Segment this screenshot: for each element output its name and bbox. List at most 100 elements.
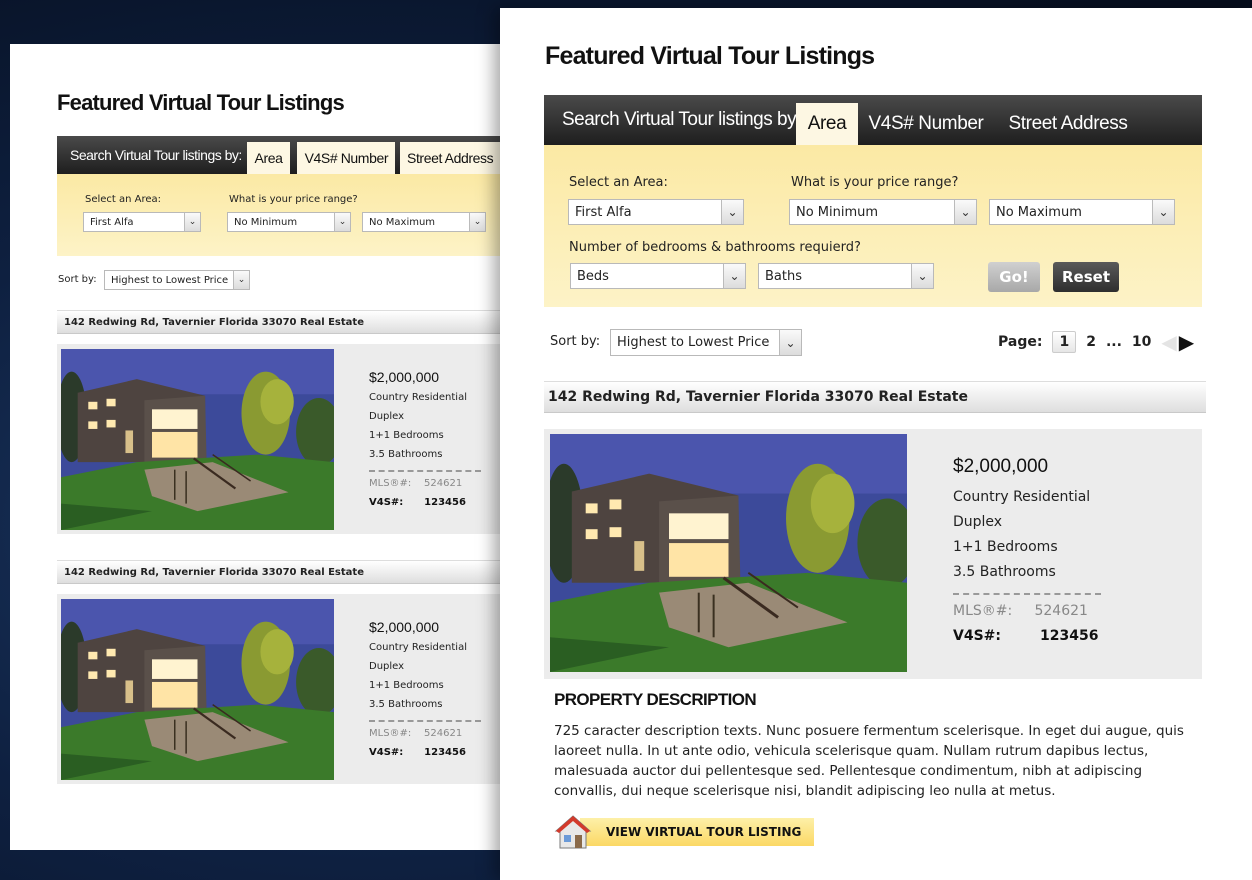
reset-button[interactable]: Reset xyxy=(1053,262,1119,292)
listing-info: $2,000,000 Country Residential Duplex 1+… xyxy=(953,451,1101,649)
back-listing-1-bedrooms: 1+1 Bedrooms xyxy=(369,430,444,441)
tab-v4s-number[interactable]: V4S# Number xyxy=(858,103,994,145)
chevron-down-icon: ⌄ xyxy=(469,213,485,231)
beds-value: Beds xyxy=(577,268,609,284)
back-listing-1-photo[interactable] xyxy=(61,349,334,530)
back-listing-page: Featured Virtual Tour Listings Search Vi… xyxy=(10,44,500,850)
search-panel: Select an Area: First Alfa ⌄ What is you… xyxy=(544,145,1202,307)
arrow-right-icon[interactable]: ▶ xyxy=(1179,330,1194,354)
back-listing-1-address[interactable]: 142 Redwing Rd, Tavernier Florida 33070 … xyxy=(57,310,500,334)
back-area-select[interactable]: First Alfa ⌄ xyxy=(83,212,201,232)
back-listing-2-photo[interactable] xyxy=(61,599,334,780)
description-heading: PROPERTY DESCRIPTION xyxy=(554,690,757,709)
back-price-label: What is your price range? xyxy=(229,194,358,205)
price-max-value: No Maximum xyxy=(996,204,1082,220)
tab-street-address[interactable]: Street Address xyxy=(994,103,1142,145)
tab-area[interactable]: Area xyxy=(796,103,858,145)
page-2-link[interactable]: 2 xyxy=(1086,334,1096,350)
chevron-down-icon: ⌄ xyxy=(184,213,200,231)
view-virtual-tour-label: VIEW VIRTUAL TOUR LISTING xyxy=(606,825,802,839)
rooms-label: Number of bedrooms & bathrooms requierd? xyxy=(569,240,861,255)
back-sort-value: Highest to Lowest Price xyxy=(111,274,229,286)
chevron-down-icon: ⌄ xyxy=(954,200,976,224)
chevron-down-icon: ⌄ xyxy=(334,213,350,231)
listing-v4s-label: V4S#: xyxy=(953,628,1001,644)
back-listing-1-bathrooms: 3.5 Bathrooms xyxy=(369,449,443,460)
back-search-lead: Search Virtual Tour listings by: xyxy=(70,147,242,163)
page-ellipsis: ... xyxy=(1105,334,1122,350)
divider xyxy=(953,593,1101,595)
chevron-down-icon: ⌄ xyxy=(779,330,801,355)
back-price-min-value: No Minimum xyxy=(234,216,298,228)
listing-price: $2,000,000 xyxy=(953,456,1049,477)
go-button[interactable]: Go! xyxy=(988,262,1040,292)
area-value: First Alfa xyxy=(575,204,632,220)
listing-bathrooms: 3.5 Bathrooms xyxy=(953,564,1056,580)
listing-style: Duplex xyxy=(953,514,1003,530)
beds-select[interactable]: Beds ⌄ xyxy=(570,263,746,289)
back-price-max-select[interactable]: No Maximum ⌄ xyxy=(362,212,486,232)
description-text: 725 caracter description texts. Nunc pos… xyxy=(554,723,1184,799)
area-label: Select an Area: xyxy=(569,175,668,190)
search-tabbar: Search Virtual Tour listings by: Area V4… xyxy=(544,95,1202,145)
back-tab-area[interactable]: Area xyxy=(246,142,291,174)
back-listing-1-type: Country Residential xyxy=(369,392,467,403)
back-listing-2-v4s-value: 123456 xyxy=(424,747,466,758)
listing-bedrooms: 1+1 Bedrooms xyxy=(953,539,1058,555)
back-area-label: Select an Area: xyxy=(85,194,162,205)
back-listing-2-address[interactable]: 142 Redwing Rd, Tavernier Florida 33070 … xyxy=(57,560,500,584)
back-listing-1-v4s-value: 123456 xyxy=(424,497,466,508)
back-price-min-select[interactable]: No Minimum ⌄ xyxy=(227,212,351,232)
sort-select[interactable]: Highest to Lowest Price ⌄ xyxy=(610,329,802,356)
back-listing-1-address-text: 142 Redwing Rd, Tavernier Florida 33070 … xyxy=(64,316,364,328)
price-min-select[interactable]: No Minimum ⌄ xyxy=(789,199,977,225)
listing-mls-label: MLS®#: xyxy=(953,603,1013,619)
sort-label: Sort by: xyxy=(550,334,601,349)
chevron-down-icon: ⌄ xyxy=(723,264,745,288)
back-search-panel: Select an Area: First Alfa ⌄ What is you… xyxy=(57,174,500,256)
search-lead: Search Virtual Tour listings by: xyxy=(562,109,801,130)
chevron-down-icon: ⌄ xyxy=(721,200,743,224)
back-listing-1-style: Duplex xyxy=(369,411,405,422)
back-page-title: Featured Virtual Tour Listings xyxy=(57,90,345,115)
divider xyxy=(369,720,481,722)
back-listing-2-bedrooms: 1+1 Bedrooms xyxy=(369,680,444,691)
baths-value: Baths xyxy=(765,268,802,284)
page-title: Featured Virtual Tour Listings xyxy=(545,42,875,70)
sort-value: Highest to Lowest Price xyxy=(617,335,770,350)
page-label: Page: xyxy=(998,334,1043,350)
page-1-link[interactable]: 1 xyxy=(1052,331,1077,353)
price-label: What is your price range? xyxy=(791,175,959,190)
listing-mls-value: 524621 xyxy=(1034,603,1088,619)
back-search-tabbar: Search Virtual Tour listings by: Area V4… xyxy=(57,136,500,174)
back-listing-2-v4s-label: V4S#: xyxy=(369,747,404,758)
page-10-link[interactable]: 10 xyxy=(1132,334,1151,350)
divider xyxy=(369,470,481,472)
listing-v4s-value: 123456 xyxy=(1040,628,1099,644)
arrow-left-icon[interactable]: ◀ xyxy=(1161,330,1176,354)
back-price-max-value: No Maximum xyxy=(369,216,436,228)
back-sort-select[interactable]: Highest to Lowest Price ⌄ xyxy=(104,270,250,290)
back-listing-1-price: $2,000,000 xyxy=(369,369,440,385)
back-listing-2-price: $2,000,000 xyxy=(369,619,440,635)
area-select[interactable]: First Alfa ⌄ xyxy=(568,199,744,225)
back-listing-2-info: $2,000,000 Country Residential Duplex 1+… xyxy=(369,616,481,762)
chevron-down-icon: ⌄ xyxy=(911,264,933,288)
back-listing-1-v4s-label: V4S#: xyxy=(369,497,404,508)
back-listing-2: $2,000,000 Country Residential Duplex 1+… xyxy=(57,594,500,784)
back-tab-street-address[interactable]: Street Address xyxy=(400,142,500,174)
view-virtual-tour-button[interactable]: VIEW VIRTUAL TOUR LISTING xyxy=(554,814,816,850)
house-icon xyxy=(554,815,592,849)
back-tab-v4s-number[interactable]: V4S# Number xyxy=(297,142,396,174)
chevron-down-icon: ⌄ xyxy=(233,271,249,289)
front-listing-page: Featured Virtual Tour Listings Search Vi… xyxy=(500,8,1252,880)
back-listing-2-type: Country Residential xyxy=(369,642,467,653)
back-area-value: First Alfa xyxy=(90,216,134,228)
listing-photo[interactable] xyxy=(550,434,907,672)
price-max-select[interactable]: No Maximum ⌄ xyxy=(989,199,1175,225)
back-listing-2-address-text: 142 Redwing Rd, Tavernier Florida 33070 … xyxy=(64,566,364,578)
listing-address[interactable]: 142 Redwing Rd, Tavernier Florida 33070 … xyxy=(544,381,1206,413)
listing-card: $2,000,000 Country Residential Duplex 1+… xyxy=(544,429,1202,679)
back-listing-2-mls-value: 524621 xyxy=(424,728,463,739)
baths-select[interactable]: Baths ⌄ xyxy=(758,263,934,289)
